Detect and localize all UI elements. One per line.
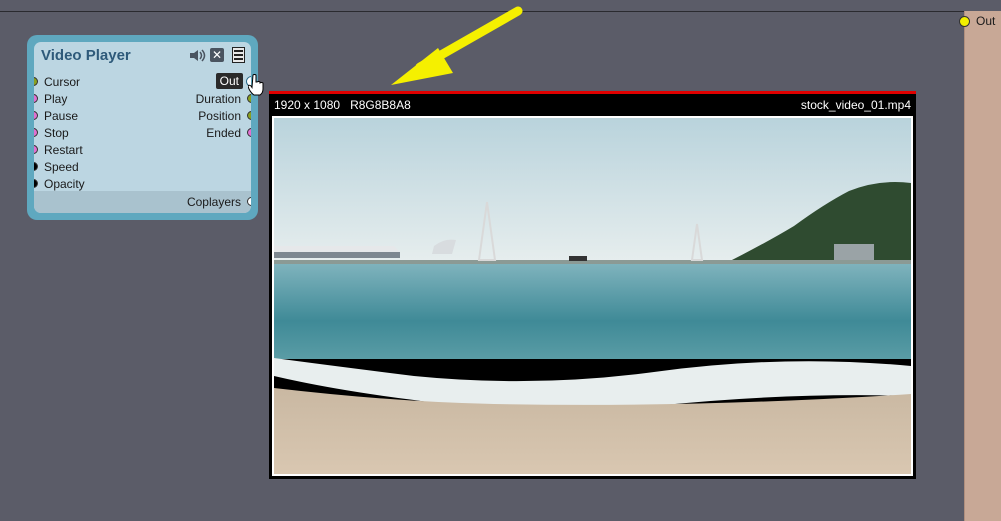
hand-cursor-icon bbox=[248, 74, 264, 96]
output-out[interactable]: Out bbox=[131, 73, 251, 91]
output-label: Ended bbox=[206, 126, 241, 140]
input-label: Speed bbox=[44, 160, 79, 174]
menu-icon[interactable] bbox=[232, 47, 245, 63]
input-label: Play bbox=[44, 92, 68, 106]
output-label: Coplayers bbox=[186, 195, 241, 209]
port-opacity[interactable] bbox=[34, 179, 38, 188]
port-speed[interactable] bbox=[34, 162, 38, 171]
port-restart[interactable] bbox=[34, 145, 38, 154]
output-label: Position bbox=[198, 109, 241, 123]
video-preview-window[interactable]: 1920 x 1080 R8G8B8A8 stock_video_01.mp4 bbox=[269, 91, 916, 479]
speaker-icon[interactable] bbox=[189, 49, 206, 62]
output-position[interactable]: Position bbox=[131, 108, 251, 125]
node-title: Video Player bbox=[41, 47, 131, 64]
format-text: R8G8B8A8 bbox=[350, 98, 411, 112]
input-speed[interactable]: Speed bbox=[34, 159, 154, 176]
close-icon[interactable]: ✕ bbox=[210, 48, 224, 62]
output-panel bbox=[964, 11, 1001, 521]
out-tooltip: Out bbox=[215, 73, 243, 89]
video-player-node[interactable]: Video Player ✕ Cursor Play Pause Stop Re… bbox=[27, 35, 258, 220]
workspace-out-label: Out bbox=[976, 14, 996, 28]
port-coplayers[interactable] bbox=[247, 197, 251, 206]
preview-info: 1920 x 1080 R8G8B8A8 bbox=[274, 98, 411, 112]
input-restart[interactable]: Restart bbox=[34, 142, 154, 159]
output-label: Duration bbox=[195, 92, 241, 106]
port-position[interactable] bbox=[247, 111, 251, 120]
node-footer: Coplayers bbox=[34, 191, 251, 213]
filename-text: stock_video_01.mp4 bbox=[800, 98, 911, 112]
output-coplayers[interactable]: Coplayers bbox=[101, 194, 251, 211]
port-ended[interactable] bbox=[247, 128, 251, 137]
workspace-out-port[interactable] bbox=[959, 16, 970, 27]
output-ended[interactable]: Ended bbox=[131, 125, 251, 142]
video-frame[interactable] bbox=[272, 116, 913, 476]
input-label: Restart bbox=[44, 143, 83, 157]
input-label: Stop bbox=[44, 126, 69, 140]
port-stop[interactable] bbox=[34, 128, 38, 137]
port-cursor[interactable] bbox=[34, 77, 38, 86]
port-pause[interactable] bbox=[34, 111, 38, 120]
input-label: Pause bbox=[44, 109, 79, 123]
input-label: Cursor bbox=[44, 75, 81, 89]
port-play[interactable] bbox=[34, 94, 38, 103]
node-body: Video Player ✕ Cursor Play Pause Stop Re… bbox=[34, 42, 251, 213]
annotation-arrow-icon bbox=[391, 6, 523, 85]
input-label: Opacity bbox=[44, 177, 85, 191]
beach-scene-image bbox=[274, 118, 911, 474]
output-duration[interactable]: Duration bbox=[131, 91, 251, 108]
resolution-text: 1920 x 1080 bbox=[274, 98, 341, 112]
